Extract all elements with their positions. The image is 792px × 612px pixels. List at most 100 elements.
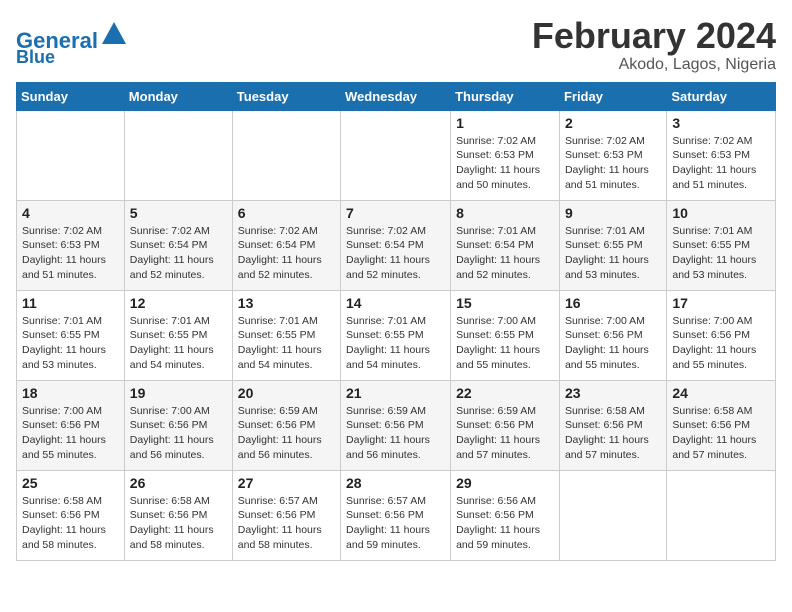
day-number: 29 bbox=[456, 475, 554, 491]
day-info: Sunrise: 6:58 AM Sunset: 6:56 PM Dayligh… bbox=[672, 404, 770, 463]
calendar-day-cell: 6 Sunrise: 7:02 AM Sunset: 6:54 PM Daylig… bbox=[232, 200, 340, 290]
day-info: Sunrise: 7:01 AM Sunset: 6:55 PM Dayligh… bbox=[238, 314, 335, 373]
weekday-header-cell: Sunday bbox=[17, 82, 125, 110]
calendar-day-cell: 21Sunrise: 6:59 AM Sunset: 6:56 PM Dayli… bbox=[341, 380, 451, 470]
calendar-day-cell bbox=[341, 110, 451, 200]
location-subtitle: Akodo, Lagos, Nigeria bbox=[532, 56, 776, 74]
day-info: Sunrise: 6:57 AM Sunset: 6:56 PM Dayligh… bbox=[346, 494, 445, 553]
day-info: Sunrise: 6:58 AM Sunset: 6:56 PM Dayligh… bbox=[130, 494, 227, 553]
day-number: 18 bbox=[22, 385, 119, 401]
day-info: Sunrise: 6:57 AM Sunset: 6:56 PM Dayligh… bbox=[238, 494, 335, 553]
weekday-header-cell: Monday bbox=[124, 82, 232, 110]
calendar-week-row: 25 Sunrise: 6:58 AM Sunset: 6:56 PM Dayli… bbox=[17, 470, 776, 560]
day-number: 12 bbox=[130, 295, 227, 311]
day-number: 9 bbox=[565, 205, 661, 221]
day-info: Sunrise: 7:02 AM Sunset: 6:53 PM Dayligh… bbox=[22, 224, 119, 283]
calendar-day-cell: 12 Sunrise: 7:01 AM Sunset: 6:55 PM Dayli… bbox=[124, 290, 232, 380]
day-info: Sunrise: 6:56 AM Sunset: 6:56 PM Dayligh… bbox=[456, 494, 554, 553]
calendar-day-cell: 27 Sunrise: 6:57 AM Sunset: 6:56 PM Dayli… bbox=[232, 470, 340, 560]
calendar-body: 1 Sunrise: 7:02 AM Sunset: 6:53 PM Daylig… bbox=[17, 110, 776, 560]
calendar-day-cell bbox=[17, 110, 125, 200]
day-number: 20 bbox=[238, 385, 335, 401]
logo-icon bbox=[100, 20, 128, 48]
calendar-week-row: 1 Sunrise: 7:02 AM Sunset: 6:53 PM Daylig… bbox=[17, 110, 776, 200]
day-number: 24 bbox=[672, 385, 770, 401]
calendar-day-cell: 25 Sunrise: 6:58 AM Sunset: 6:56 PM Dayli… bbox=[17, 470, 125, 560]
calendar-day-cell: 15 Sunrise: 7:00 AM Sunset: 6:55 PM Dayli… bbox=[451, 290, 560, 380]
calendar-day-cell bbox=[124, 110, 232, 200]
calendar-week-row: 4 Sunrise: 7:02 AM Sunset: 6:53 PM Daylig… bbox=[17, 200, 776, 290]
calendar-day-cell bbox=[559, 470, 666, 560]
calendar-day-cell: 14Sunrise: 7:01 AM Sunset: 6:55 PM Dayli… bbox=[341, 290, 451, 380]
day-number: 28 bbox=[346, 475, 445, 491]
weekday-header-cell: Tuesday bbox=[232, 82, 340, 110]
day-info: Sunrise: 7:01 AM Sunset: 6:54 PM Dayligh… bbox=[456, 224, 554, 283]
day-number: 6 bbox=[238, 205, 335, 221]
calendar-day-cell: 11Sunrise: 7:01 AM Sunset: 6:55 PM Dayli… bbox=[17, 290, 125, 380]
weekday-header-cell: Wednesday bbox=[341, 82, 451, 110]
day-number: 15 bbox=[456, 295, 554, 311]
day-info: Sunrise: 7:01 AM Sunset: 6:55 PM Dayligh… bbox=[130, 314, 227, 373]
day-number: 5 bbox=[130, 205, 227, 221]
day-number: 1 bbox=[456, 115, 554, 131]
calendar-week-row: 11Sunrise: 7:01 AM Sunset: 6:55 PM Dayli… bbox=[17, 290, 776, 380]
day-number: 22 bbox=[456, 385, 554, 401]
calendar-day-cell bbox=[232, 110, 340, 200]
calendar-day-cell: 10 Sunrise: 7:01 AM Sunset: 6:55 PM Dayli… bbox=[667, 200, 776, 290]
day-number: 26 bbox=[130, 475, 227, 491]
day-info: Sunrise: 7:00 AM Sunset: 6:55 PM Dayligh… bbox=[456, 314, 554, 373]
day-info: Sunrise: 7:02 AM Sunset: 6:54 PM Dayligh… bbox=[238, 224, 335, 283]
weekday-header-cell: Friday bbox=[559, 82, 666, 110]
page-header: General Blue February 2024 Akodo, Lagos,… bbox=[16, 16, 776, 74]
calendar-day-cell: 8 Sunrise: 7:01 AM Sunset: 6:54 PM Daylig… bbox=[451, 200, 560, 290]
weekday-header-cell: Saturday bbox=[667, 82, 776, 110]
calendar-day-cell: 16 Sunrise: 7:00 AM Sunset: 6:56 PM Dayli… bbox=[559, 290, 666, 380]
day-number: 25 bbox=[22, 475, 119, 491]
calendar-day-cell: 17Sunrise: 7:00 AM Sunset: 6:56 PM Dayli… bbox=[667, 290, 776, 380]
day-info: Sunrise: 7:00 AM Sunset: 6:56 PM Dayligh… bbox=[672, 314, 770, 373]
day-info: Sunrise: 6:59 AM Sunset: 6:56 PM Dayligh… bbox=[238, 404, 335, 463]
day-info: Sunrise: 7:01 AM Sunset: 6:55 PM Dayligh… bbox=[565, 224, 661, 283]
calendar-table: SundayMondayTuesdayWednesdayThursdayFrid… bbox=[16, 82, 776, 561]
calendar-day-cell: 23Sunrise: 6:58 AM Sunset: 6:56 PM Dayli… bbox=[559, 380, 666, 470]
day-info: Sunrise: 7:02 AM Sunset: 6:53 PM Dayligh… bbox=[672, 134, 770, 193]
day-info: Sunrise: 7:01 AM Sunset: 6:55 PM Dayligh… bbox=[672, 224, 770, 283]
day-number: 3 bbox=[672, 115, 770, 131]
weekday-header-cell: Thursday bbox=[451, 82, 560, 110]
day-number: 14 bbox=[346, 295, 445, 311]
calendar-day-cell bbox=[667, 470, 776, 560]
calendar-day-cell: 3 Sunrise: 7:02 AM Sunset: 6:53 PM Daylig… bbox=[667, 110, 776, 200]
logo: General Blue bbox=[16, 20, 128, 66]
calendar-day-cell: 22 Sunrise: 6:59 AM Sunset: 6:56 PM Dayli… bbox=[451, 380, 560, 470]
calendar-week-row: 18 Sunrise: 7:00 AM Sunset: 6:56 PM Dayli… bbox=[17, 380, 776, 470]
day-info: Sunrise: 6:58 AM Sunset: 6:56 PM Dayligh… bbox=[565, 404, 661, 463]
day-number: 7 bbox=[346, 205, 445, 221]
calendar-day-cell: 7Sunrise: 7:02 AM Sunset: 6:54 PM Daylig… bbox=[341, 200, 451, 290]
title-section: February 2024 Akodo, Lagos, Nigeria bbox=[532, 16, 776, 74]
calendar-day-cell: 19 Sunrise: 7:00 AM Sunset: 6:56 PM Dayli… bbox=[124, 380, 232, 470]
day-info: Sunrise: 7:00 AM Sunset: 6:56 PM Dayligh… bbox=[130, 404, 227, 463]
calendar-day-cell: 13 Sunrise: 7:01 AM Sunset: 6:55 PM Dayli… bbox=[232, 290, 340, 380]
day-info: Sunrise: 6:59 AM Sunset: 6:56 PM Dayligh… bbox=[456, 404, 554, 463]
calendar-day-cell: 20 Sunrise: 6:59 AM Sunset: 6:56 PM Dayli… bbox=[232, 380, 340, 470]
day-info: Sunrise: 7:01 AM Sunset: 6:55 PM Dayligh… bbox=[22, 314, 119, 373]
day-info: Sunrise: 6:58 AM Sunset: 6:56 PM Dayligh… bbox=[22, 494, 119, 553]
calendar-day-cell: 1 Sunrise: 7:02 AM Sunset: 6:53 PM Daylig… bbox=[451, 110, 560, 200]
calendar-day-cell: 9 Sunrise: 7:01 AM Sunset: 6:55 PM Daylig… bbox=[559, 200, 666, 290]
day-info: Sunrise: 7:02 AM Sunset: 6:53 PM Dayligh… bbox=[456, 134, 554, 193]
calendar-day-cell: 5Sunrise: 7:02 AM Sunset: 6:54 PM Daylig… bbox=[124, 200, 232, 290]
month-year-title: February 2024 bbox=[532, 16, 776, 56]
day-number: 8 bbox=[456, 205, 554, 221]
calendar-day-cell: 28 Sunrise: 6:57 AM Sunset: 6:56 PM Dayli… bbox=[341, 470, 451, 560]
day-number: 10 bbox=[672, 205, 770, 221]
day-number: 13 bbox=[238, 295, 335, 311]
day-number: 21 bbox=[346, 385, 445, 401]
calendar-day-cell: 29 Sunrise: 6:56 AM Sunset: 6:56 PM Dayli… bbox=[451, 470, 560, 560]
day-number: 4 bbox=[22, 205, 119, 221]
calendar-day-cell: 26 Sunrise: 6:58 AM Sunset: 6:56 PM Dayli… bbox=[124, 470, 232, 560]
day-number: 19 bbox=[130, 385, 227, 401]
day-info: Sunrise: 7:00 AM Sunset: 6:56 PM Dayligh… bbox=[565, 314, 661, 373]
day-number: 27 bbox=[238, 475, 335, 491]
weekday-header-row: SundayMondayTuesdayWednesdayThursdayFrid… bbox=[17, 82, 776, 110]
day-number: 16 bbox=[565, 295, 661, 311]
